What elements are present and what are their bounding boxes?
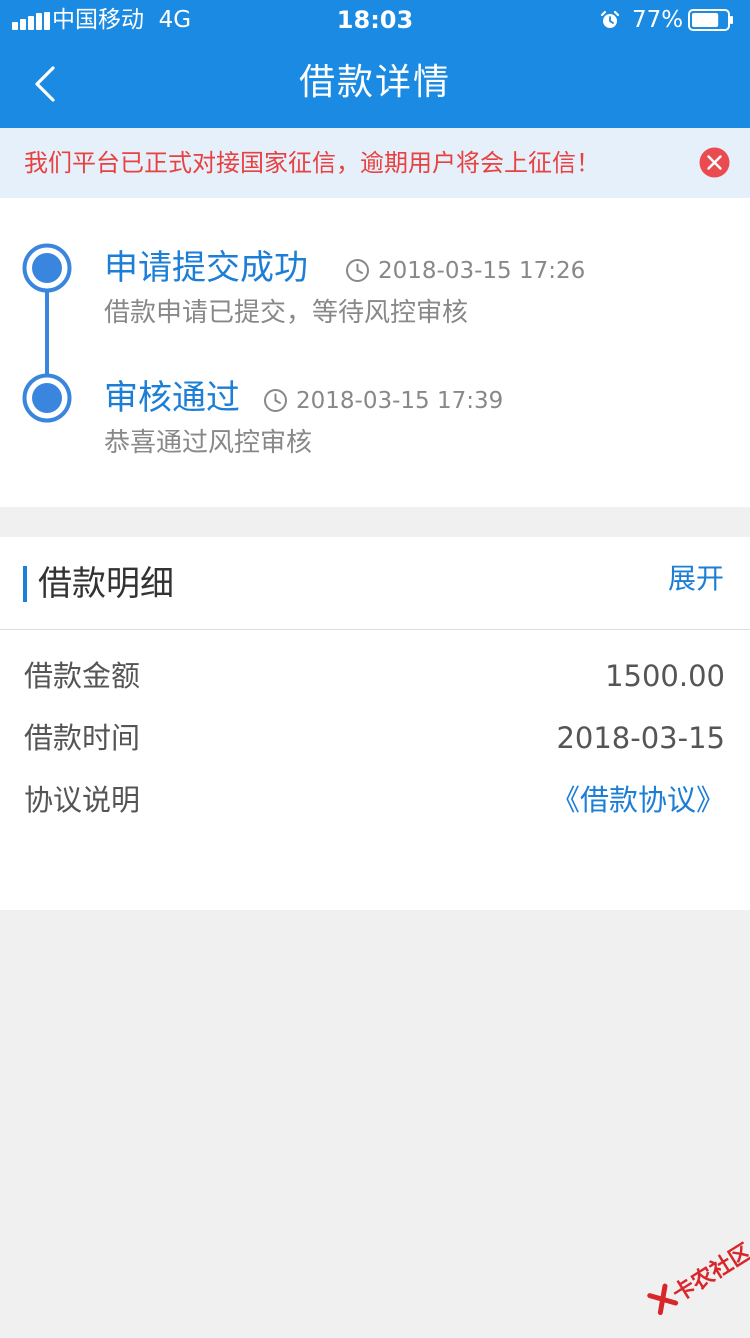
- timeline-step-time: 2018-03-15 17:39: [296, 388, 504, 414]
- expand-button[interactable]: 展开: [668, 560, 724, 598]
- divider: [0, 629, 750, 630]
- navigation-bar: 借款详情: [0, 40, 750, 128]
- section-title: 借款明细: [38, 564, 174, 604]
- loan-time-value: 2018-03-15: [556, 721, 725, 755]
- clock-icon: [264, 389, 287, 412]
- timeline-dot-icon: [22, 243, 72, 293]
- battery-icon: [688, 9, 733, 31]
- timeline-step-time: 2018-03-15 17:26: [378, 258, 586, 284]
- clock-icon: [346, 259, 369, 282]
- loan-amount-label: 借款金额: [24, 659, 141, 693]
- page-title: 借款详情: [298, 62, 451, 103]
- watermark-text: 卡农社区: [668, 1239, 750, 1308]
- loan-amount-value: 1500.00: [605, 659, 725, 693]
- loan-status-timeline: 申请提交成功 2018-03-15 17:26 借款申请已提交，等待风控审核 审…: [0, 198, 750, 507]
- section-accent-bar: [23, 566, 27, 602]
- timeline-step-desc: 恭喜通过风控审核: [104, 428, 313, 458]
- alarm-icon: [600, 10, 620, 28]
- agreement-label: 协议说明: [24, 783, 141, 817]
- battery-percent: 77%: [632, 7, 684, 33]
- close-circle-icon[interactable]: [699, 147, 730, 178]
- notice-text: 我们平台已正式对接国家征信，逾期用户将会上征信！: [24, 149, 600, 177]
- status-bar: 中国移动 4G 18:03 77%: [0, 0, 750, 40]
- timeline-step-desc: 借款申请已提交，等待风控审核: [104, 298, 469, 328]
- credit-notice-banner: 我们平台已正式对接国家征信，逾期用户将会上征信！: [0, 128, 750, 198]
- community-watermark: 卡农社区: [638, 1232, 750, 1338]
- timeline-step-title: 审核通过: [104, 378, 240, 418]
- top-bar: 中国移动 4G 18:03 77% 借款详情: [0, 0, 750, 128]
- timeline-step-title: 申请提交成功: [104, 248, 308, 288]
- loan-time-label: 借款时间: [24, 721, 141, 755]
- loan-detail-card: 借款明细 展开 借款金额 1500.00 借款时间 2018-03-15 协议说…: [0, 537, 750, 910]
- loan-agreement-link[interactable]: 《借款协议》: [551, 780, 725, 820]
- timeline-dot-icon: [22, 373, 72, 423]
